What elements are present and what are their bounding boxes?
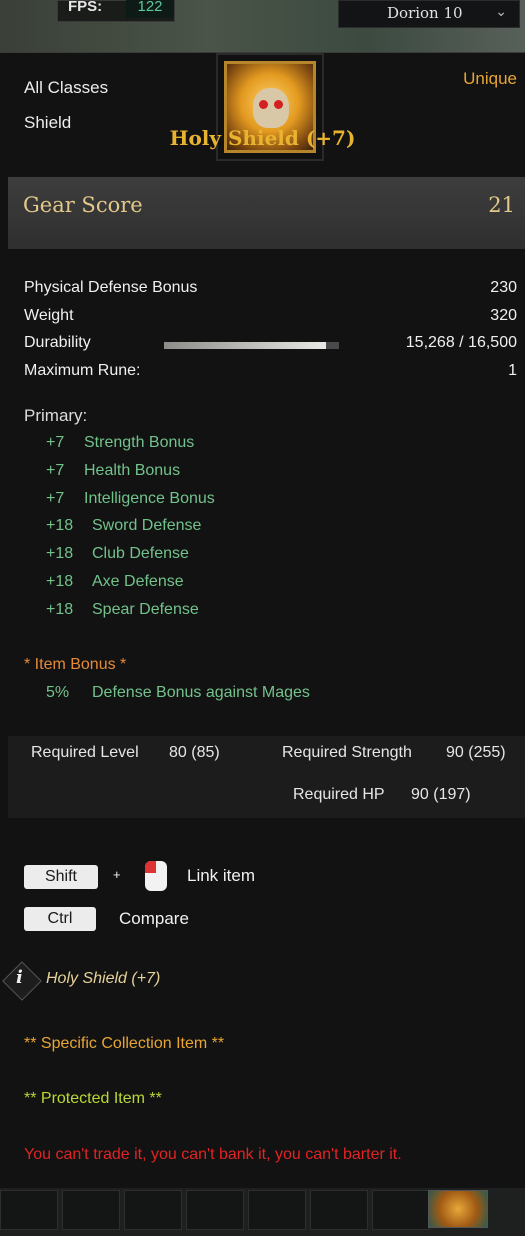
stat-value: +7 [46,490,65,507]
inventory-slot[interactable] [0,1190,58,1230]
required-hp-value: 90 (197) [411,786,471,803]
max-rune-row: Maximum Rune: 1 [24,362,517,384]
link-item-label: Link item [187,866,256,885]
gear-score-value: 21 [488,193,515,217]
trade-restriction-note: You can't trade it, you can't bank it, y… [24,1146,402,1163]
plus-sign: + [113,867,121,882]
stat-value: +18 [46,573,74,590]
fps-label: FPS: [68,0,103,15]
primary-stat: +18 Sword Defense [46,517,201,535]
server-selector[interactable]: Dorion 10 ⌄ [338,0,520,28]
stat-value: +18 [46,601,74,618]
item-grade: Unique [463,69,517,88]
stat-value: +7 [46,462,65,479]
ctrl-key: Ctrl [24,907,96,931]
inventory-bar [0,1188,525,1236]
item-bonus-label: Defense Bonus against Mages [92,684,310,701]
stat-value: +18 [46,545,74,562]
inventory-slot[interactable] [62,1190,120,1230]
durability-label: Durability [24,334,91,351]
chevron-down-icon: ⌄ [495,4,507,20]
durability-row: Durability 15,268 / 16,500 [24,334,517,356]
required-strength-value: 90 (255) [446,744,506,761]
stat-label: Club Defense [92,545,189,562]
collection-item-note: ** Specific Collection Item ** [24,1035,225,1052]
info-description: Holy Shield (+7) [46,970,161,987]
stat-label: Strength Bonus [84,434,195,451]
item-bonus-value: 5% [46,684,70,701]
protected-item-note: ** Protected Item ** [24,1090,162,1107]
fps-value: 122 [126,0,174,18]
stat-label: Spear Defense [92,601,199,618]
required-strength-label: Required Strength [282,744,412,761]
physical-defense-label: Physical Defense Bonus [24,279,198,296]
primary-heading: Primary: [24,406,88,425]
durability-bar-fill [164,342,326,349]
item-bonus-heading: * Item Bonus * [24,656,127,673]
inventory-slot[interactable] [186,1190,244,1230]
required-level-value: 80 (85) [169,744,220,761]
info-glyph: i [16,967,23,988]
primary-stat: +18 Club Defense [46,545,189,563]
gear-score-bar: Gear Score 21 [8,177,525,249]
stat-label: Intelligence Bonus [84,490,215,507]
weight-row: Weight 320 [24,307,517,329]
primary-stat: +7 Intelligence Bonus [46,490,215,508]
stat-value: +7 [46,434,65,451]
durability-bar [164,342,339,349]
stat-label: Health Bonus [84,462,181,479]
stat-label: Axe Defense [92,573,184,590]
holy-shield-slot-icon[interactable] [428,1190,488,1228]
server-name: Dorion 10 [387,4,463,22]
item-tooltip: All Classes Shield Unique Holy Shield (+… [0,52,525,1189]
primary-stat: +18 Spear Defense [46,601,199,619]
primary-stat: +18 Axe Defense [46,573,184,591]
skull-icon [253,88,289,128]
fps-counter: FPS: 122 [57,0,175,22]
primary-stat: +7 Health Bonus [46,462,180,480]
shift-key: Shift [24,865,98,889]
inventory-slot[interactable] [372,1190,430,1230]
stat-value: +18 [46,517,74,534]
physical-defense-row: Physical Defense Bonus 230 [24,279,517,301]
item-name: Holy Shield (+7) [169,126,356,150]
stat-label: Sword Defense [92,517,202,534]
required-hp-label: Required HP [293,786,385,803]
inventory-slot[interactable] [310,1190,368,1230]
item-bonus-stat: 5% Defense Bonus against Mages [46,684,310,702]
compare-label: Compare [119,909,189,928]
weight-value: 320 [490,307,517,324]
item-class: All Classes [24,78,109,97]
durability-value: 15,268 / 16,500 [405,334,517,351]
requirements-box: Required Level 80 (85) Required Strength… [8,736,525,818]
weight-label: Weight [24,307,74,324]
required-level-label: Required Level [31,744,139,761]
inventory-slot[interactable] [248,1190,306,1230]
physical-defense-value: 230 [490,279,517,296]
max-rune-value: 1 [508,362,517,379]
inventory-slot[interactable] [124,1190,182,1230]
mouse-click-icon [145,861,167,891]
primary-stat: +7 Strength Bonus [46,434,194,452]
gear-score-label: Gear Score [23,193,143,217]
max-rune-label: Maximum Rune: [24,362,141,379]
